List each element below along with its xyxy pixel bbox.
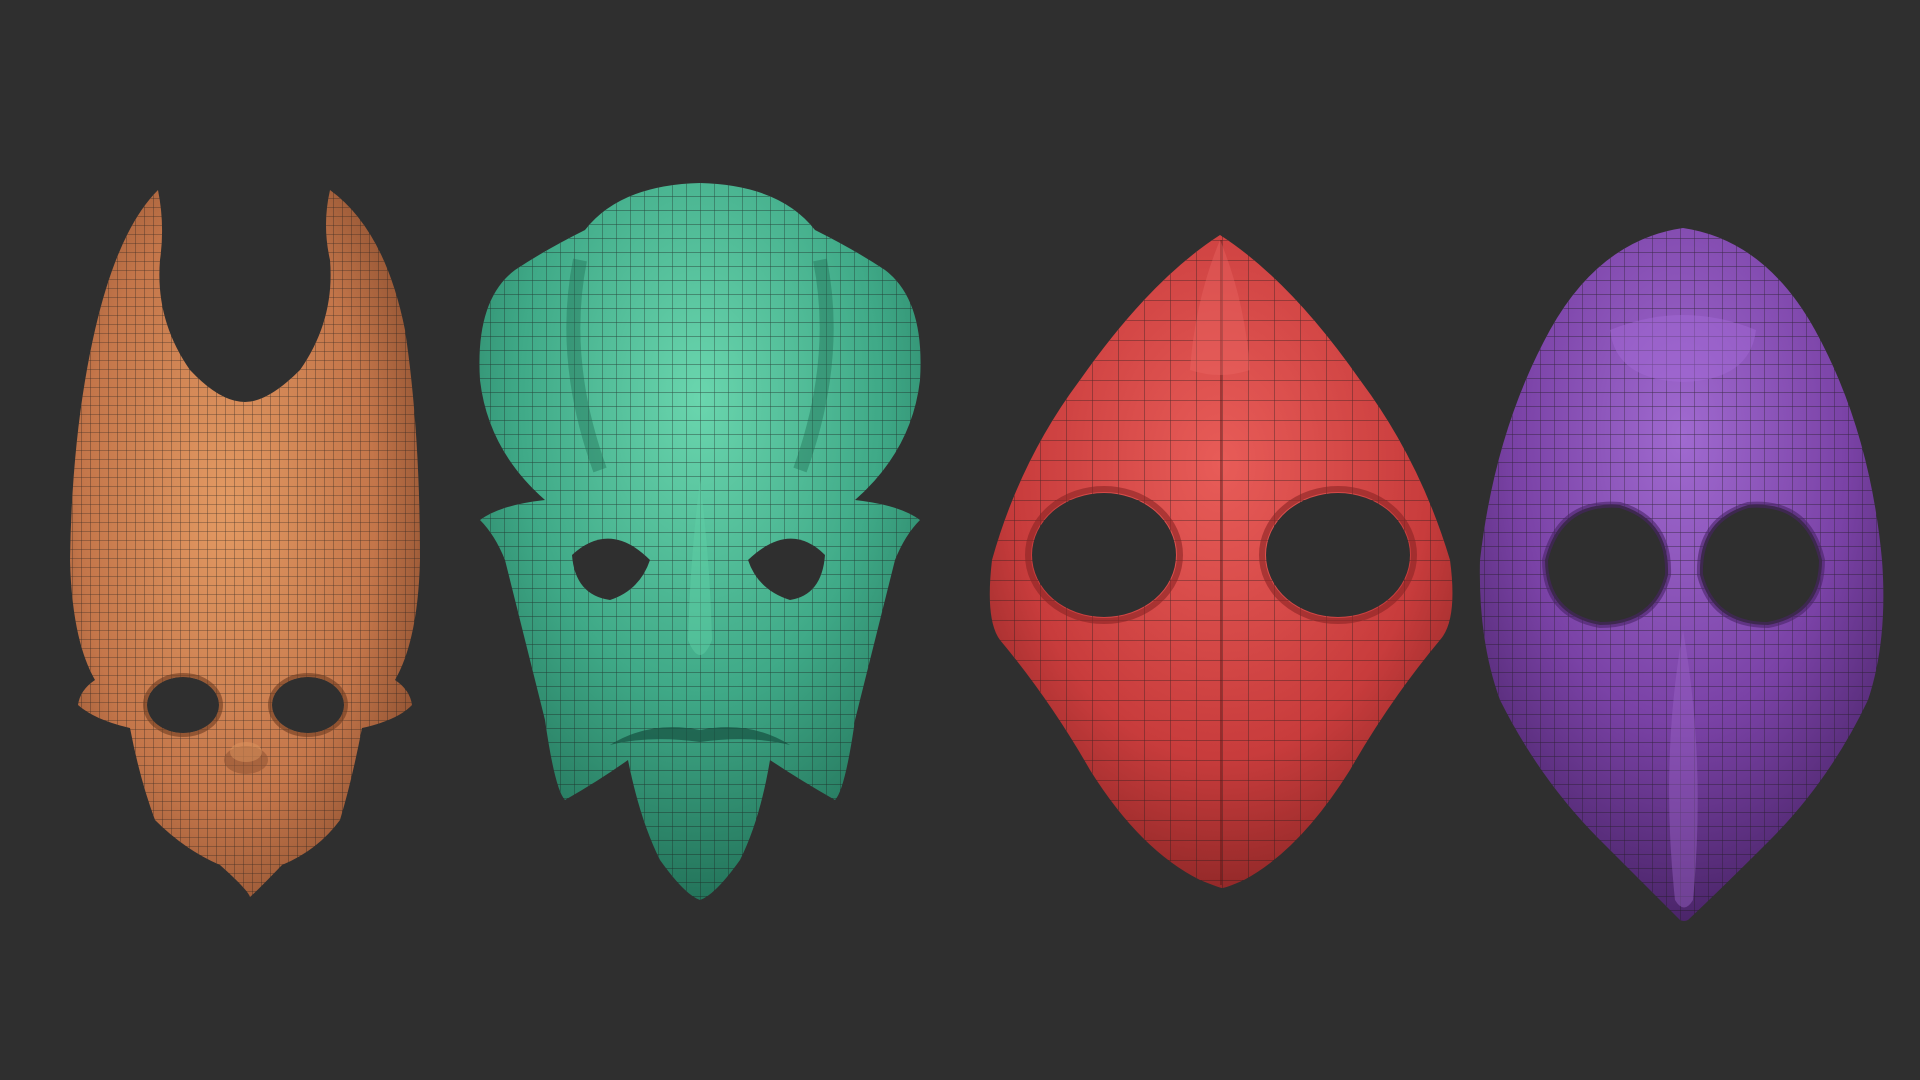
mask-scene	[0, 0, 1920, 1080]
viewport	[0, 0, 1920, 1080]
